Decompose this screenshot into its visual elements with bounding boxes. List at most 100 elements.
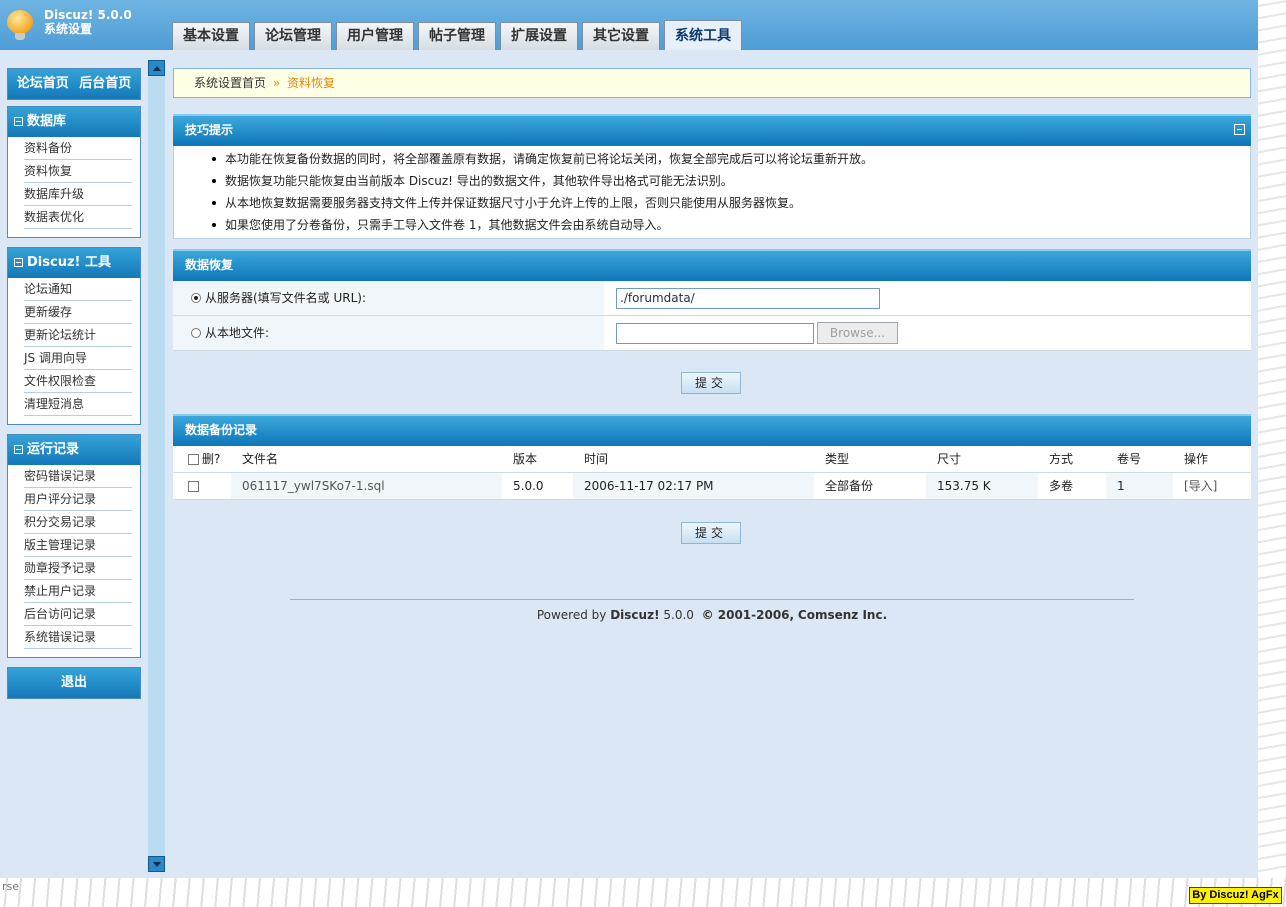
restore-row-server: 从服务器(填写文件名或 URL): <box>173 281 1251 316</box>
sidebar-item-credit-log[interactable]: 积分交易记录 <box>24 511 132 534</box>
select-all-checkbox[interactable] <box>188 454 199 466</box>
restore-local-label-cell: 从本地文件: <box>173 316 604 350</box>
backup-records-panel: 数据备份记录 删? 文件名 版本 时间 类型 尺寸 方式 卷号 操作 06111… <box>173 414 1251 500</box>
sidebar-item-db-upgrade[interactable]: 数据库升级 <box>24 183 132 206</box>
restore-submit-button[interactable]: 提交 <box>681 372 741 394</box>
sidebar-group-header[interactable]: 数据库 <box>8 107 140 137</box>
tab-post-management[interactable]: 帖子管理 <box>418 22 496 50</box>
sidebar-item-moderator-log[interactable]: 版主管理记录 <box>24 534 132 557</box>
tab-extension-settings[interactable]: 扩展设置 <box>500 22 578 50</box>
top-header: Discuz! 5.0.0 系统设置 基本设置 论坛管理 用户管理 帖子管理 扩… <box>0 0 1258 50</box>
tab-system-tools[interactable]: 系统工具 <box>664 20 742 50</box>
tab-other-settings[interactable]: 其它设置 <box>582 22 660 50</box>
sidebar-item-admin-access-log[interactable]: 后台访问记录 <box>24 603 132 626</box>
section-name: 系统设置 <box>44 22 93 36</box>
restore-header: 数据恢复 <box>173 249 1251 281</box>
sidebar-item-rating-log[interactable]: 用户评分记录 <box>24 488 132 511</box>
cell-volume: 1 <box>1106 472 1173 500</box>
sidebar-item-restore[interactable]: 资料恢复 <box>24 160 132 183</box>
collapse-icon <box>14 258 23 267</box>
restore-row-local: 从本地文件: Browse... <box>173 316 1251 351</box>
lightbulb-logo-icon <box>4 8 36 42</box>
browse-button[interactable]: Browse... <box>817 322 898 344</box>
col-version: 版本 <box>502 446 573 473</box>
col-volume: 卷号 <box>1106 446 1173 473</box>
tip-item: 数据恢复功能只能恢复由当前版本 Discuz! 导出的数据文件，其他软件导出格式… <box>210 170 1250 192</box>
forum-home-link[interactable]: 论坛首页 <box>17 76 69 91</box>
sidebar-item-file-permissions[interactable]: 文件权限检查 <box>24 370 132 393</box>
local-file-radio[interactable] <box>191 328 201 338</box>
sidebar-item-update-cache[interactable]: 更新缓存 <box>24 301 132 324</box>
collapse-icon[interactable] <box>1234 124 1245 135</box>
sidebar-item-table-optimize[interactable]: 数据表优化 <box>24 206 132 229</box>
sidebar-group-title: 运行记录 <box>27 442 80 457</box>
backup-table: 删? 文件名 版本 时间 类型 尺寸 方式 卷号 操作 061117_ywl7S… <box>173 446 1251 500</box>
restore-panel: 数据恢复 从服务器(填写文件名或 URL): 从本地文件: Brows <box>173 249 1251 351</box>
sidebar-item-forum-notice[interactable]: 论坛通知 <box>24 278 132 301</box>
sidebar-item-medal-log[interactable]: 勋章授予记录 <box>24 557 132 580</box>
server-path-input[interactable] <box>616 287 880 309</box>
main-nav-tabs: 基本设置 论坛管理 用户管理 帖子管理 扩展设置 其它设置 系统工具 <box>172 20 746 50</box>
sidebar-item-system-errors[interactable]: 系统错误记录 <box>24 626 132 649</box>
sidebar-group-tools: Discuz! 工具 论坛通知 更新缓存 更新论坛统计 JS 调用向导 文件权限… <box>7 247 141 425</box>
cell-version: 5.0.0 <box>502 472 573 500</box>
footer-company[interactable]: Comsenz Inc. <box>798 608 887 622</box>
cell-type: 全部备份 <box>814 472 926 500</box>
sidebar-scrollbar[interactable] <box>148 60 165 872</box>
sidebar-group-header[interactable]: Discuz! 工具 <box>8 248 140 278</box>
app-name: Discuz! 5.0.0 <box>44 8 132 22</box>
sidebar-item-backup[interactable]: 资料备份 <box>24 137 132 160</box>
breadcrumb-current: 资料恢复 <box>287 76 336 90</box>
scroll-up-icon[interactable] <box>148 60 165 76</box>
sidebar-item-clean-messages[interactable]: 清理短消息 <box>24 393 132 416</box>
sidebar: 论坛首页 后台首页 数据库 资料备份 资料恢复 数据库升级 数据表优化 Disc… <box>0 50 148 880</box>
delete-submit-button[interactable]: 提交 <box>681 522 741 544</box>
backup-records-title: 数据备份记录 <box>185 423 258 437</box>
tips-header: 技巧提示 <box>173 114 1251 146</box>
cell-size: 153.75 K <box>926 472 1038 500</box>
tab-basic-settings[interactable]: 基本设置 <box>172 22 250 50</box>
import-link[interactable]: [导入] <box>1184 479 1217 493</box>
tips-list: 本功能在恢复备份数据的同时，将全部覆盖原有数据，请确定恢复前已将论坛关闭，恢复全… <box>173 146 1251 239</box>
status-bar-text: rse <box>2 880 20 893</box>
restore-server-value-cell <box>604 281 1251 315</box>
breadcrumb-home-link[interactable]: 系统设置首页 <box>194 76 266 90</box>
sidebar-group-title: 数据库 <box>27 114 67 129</box>
footer-version: 5.0.0 <box>663 608 694 622</box>
col-time: 时间 <box>573 446 814 473</box>
sidebar-item-ban-log[interactable]: 禁止用户记录 <box>24 580 132 603</box>
main-content: 系统设置首页 » 资料恢复 技巧提示 本功能在恢复备份数据的同时，将全部覆盖原有… <box>173 68 1251 622</box>
sidebar-item-update-stats[interactable]: 更新论坛统计 <box>24 324 132 347</box>
local-file-input[interactable] <box>616 322 814 344</box>
server-radio[interactable] <box>191 293 201 303</box>
collapse-icon <box>14 117 23 126</box>
sidebar-group-header[interactable]: 运行记录 <box>8 435 140 465</box>
tip-item: 如果您使用了分卷备份，只需手工导入文件卷 1，其他数据文件会由系统自动导入。 <box>210 214 1250 236</box>
cell-time: 2006-11-17 02:17 PM <box>573 472 814 500</box>
restore-local-value-cell: Browse... <box>604 316 1251 350</box>
col-method: 方式 <box>1038 446 1106 473</box>
restore-server-label-cell: 从服务器(填写文件名或 URL): <box>173 281 604 315</box>
row-delete-checkbox[interactable] <box>188 480 199 492</box>
scroll-down-icon[interactable] <box>148 856 165 872</box>
row-checkbox-cell <box>173 472 231 500</box>
backup-records-header: 数据备份记录 <box>173 414 1251 446</box>
collapse-icon <box>14 445 23 454</box>
server-radio-label: 从服务器(填写文件名或 URL): <box>205 290 367 305</box>
sidebar-item-js-wizard[interactable]: JS 调用向导 <box>24 347 132 370</box>
sidebar-item-password-errors[interactable]: 密码错误记录 <box>24 465 132 488</box>
admin-home-link[interactable]: 后台首页 <box>79 76 131 91</box>
footer-brand[interactable]: Discuz! <box>610 608 659 622</box>
col-delete: 删? <box>173 446 231 473</box>
footer-powered: Powered by <box>536 608 607 622</box>
col-delete-label: 删? <box>202 452 221 467</box>
logout-button[interactable]: 退出 <box>8 668 140 698</box>
tab-forum-management[interactable]: 论坛管理 <box>254 22 332 50</box>
tips-panel: 技巧提示 本功能在恢复备份数据的同时，将全部覆盖原有数据，请确定恢复前已将论坛关… <box>173 114 1251 239</box>
col-filename: 文件名 <box>231 446 502 473</box>
tab-user-management[interactable]: 用户管理 <box>336 22 414 50</box>
logo-text: Discuz! 5.0.0 系统设置 <box>44 8 132 36</box>
table-header-row: 删? 文件名 版本 时间 类型 尺寸 方式 卷号 操作 <box>173 446 1251 473</box>
footer: Powered by Discuz! 5.0.0 © 2001-2006, Co… <box>290 599 1134 622</box>
breadcrumb-separator: » <box>272 76 281 90</box>
